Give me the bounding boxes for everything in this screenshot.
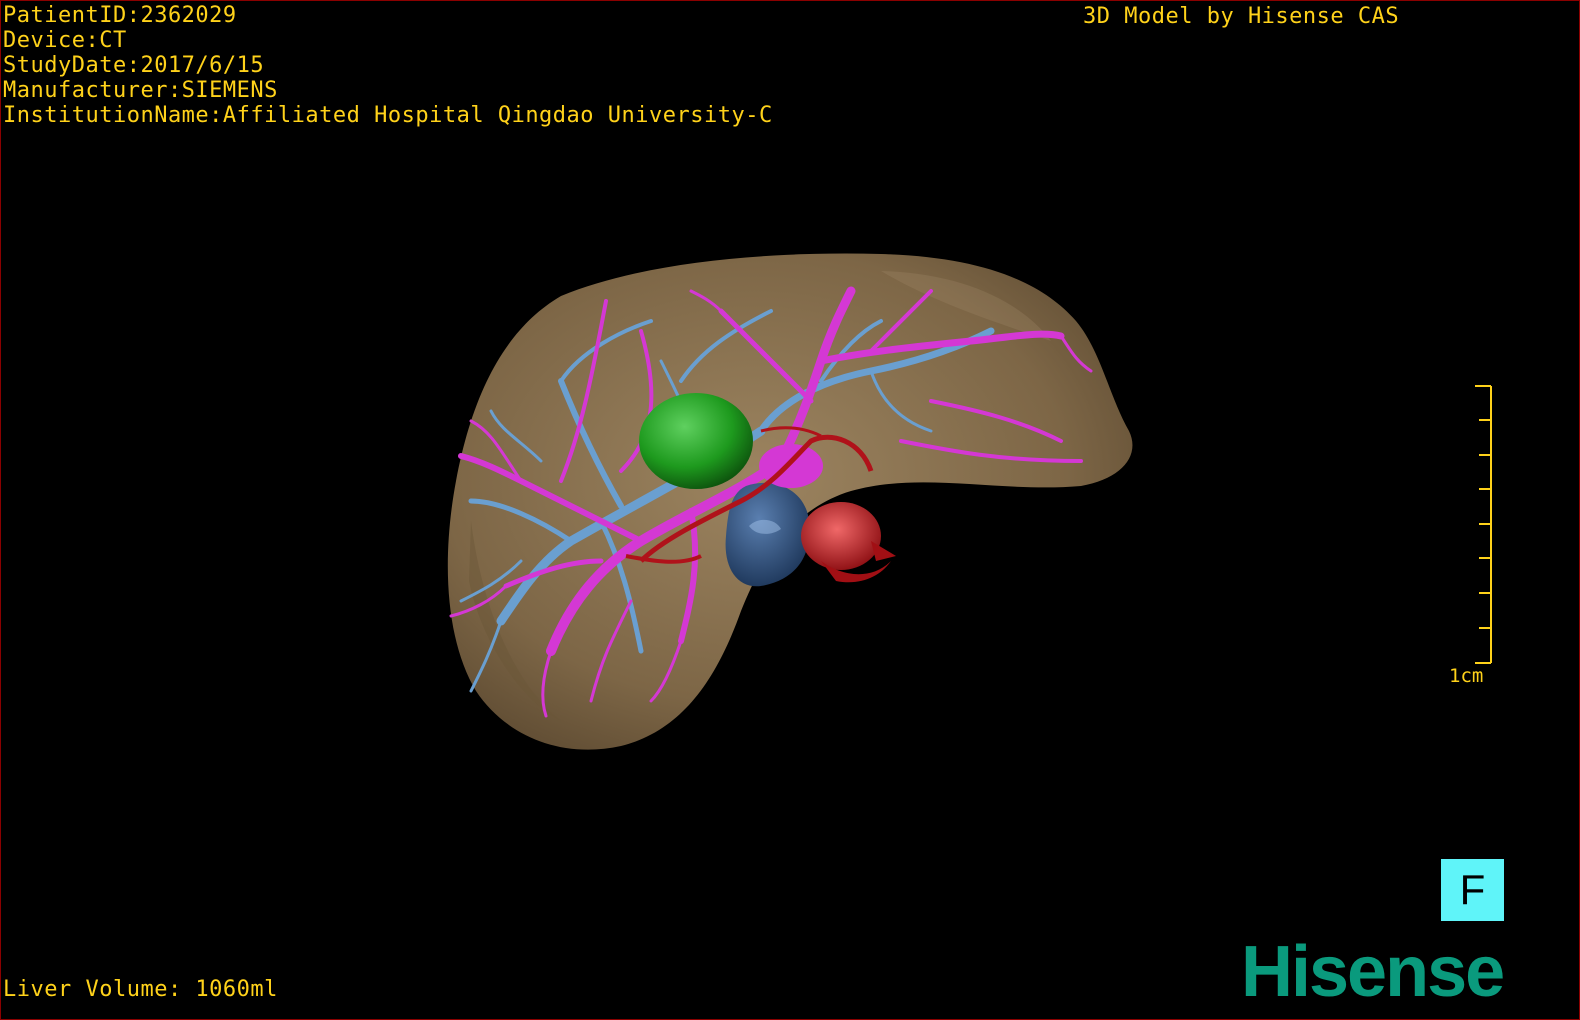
patient-info-block: PatientID:2362029 Device:CT StudyDate:2017…: [3, 3, 773, 128]
model-credit: 3D Model by Hisense CAS: [1083, 4, 1400, 29]
liver-3d-model[interactable]: [1, 1, 1580, 1020]
green-structure: [639, 393, 753, 489]
device-label: Device:CT: [3, 28, 127, 53]
scale-bar: [1475, 385, 1492, 664]
dark-blue-structure: [725, 482, 810, 587]
institution-name: InstitutionName:Affiliated Hospital Qing…: [3, 103, 773, 128]
scale-bar-label: 1cm: [1449, 665, 1484, 687]
hisense-logo: Hisense: [1241, 932, 1505, 1012]
liver-volume: Liver Volume: 1060ml: [3, 977, 278, 1002]
manufacturer: Manufacturer:SIEMENS: [3, 78, 278, 103]
orientation-button[interactable]: F: [1441, 859, 1504, 921]
render-viewport[interactable]: PatientID:2362029 Device:CT StudyDate:2017…: [0, 0, 1580, 1020]
study-date: StudyDate:2017/6/15: [3, 53, 265, 78]
patient-id: PatientID:2362029: [3, 3, 237, 28]
